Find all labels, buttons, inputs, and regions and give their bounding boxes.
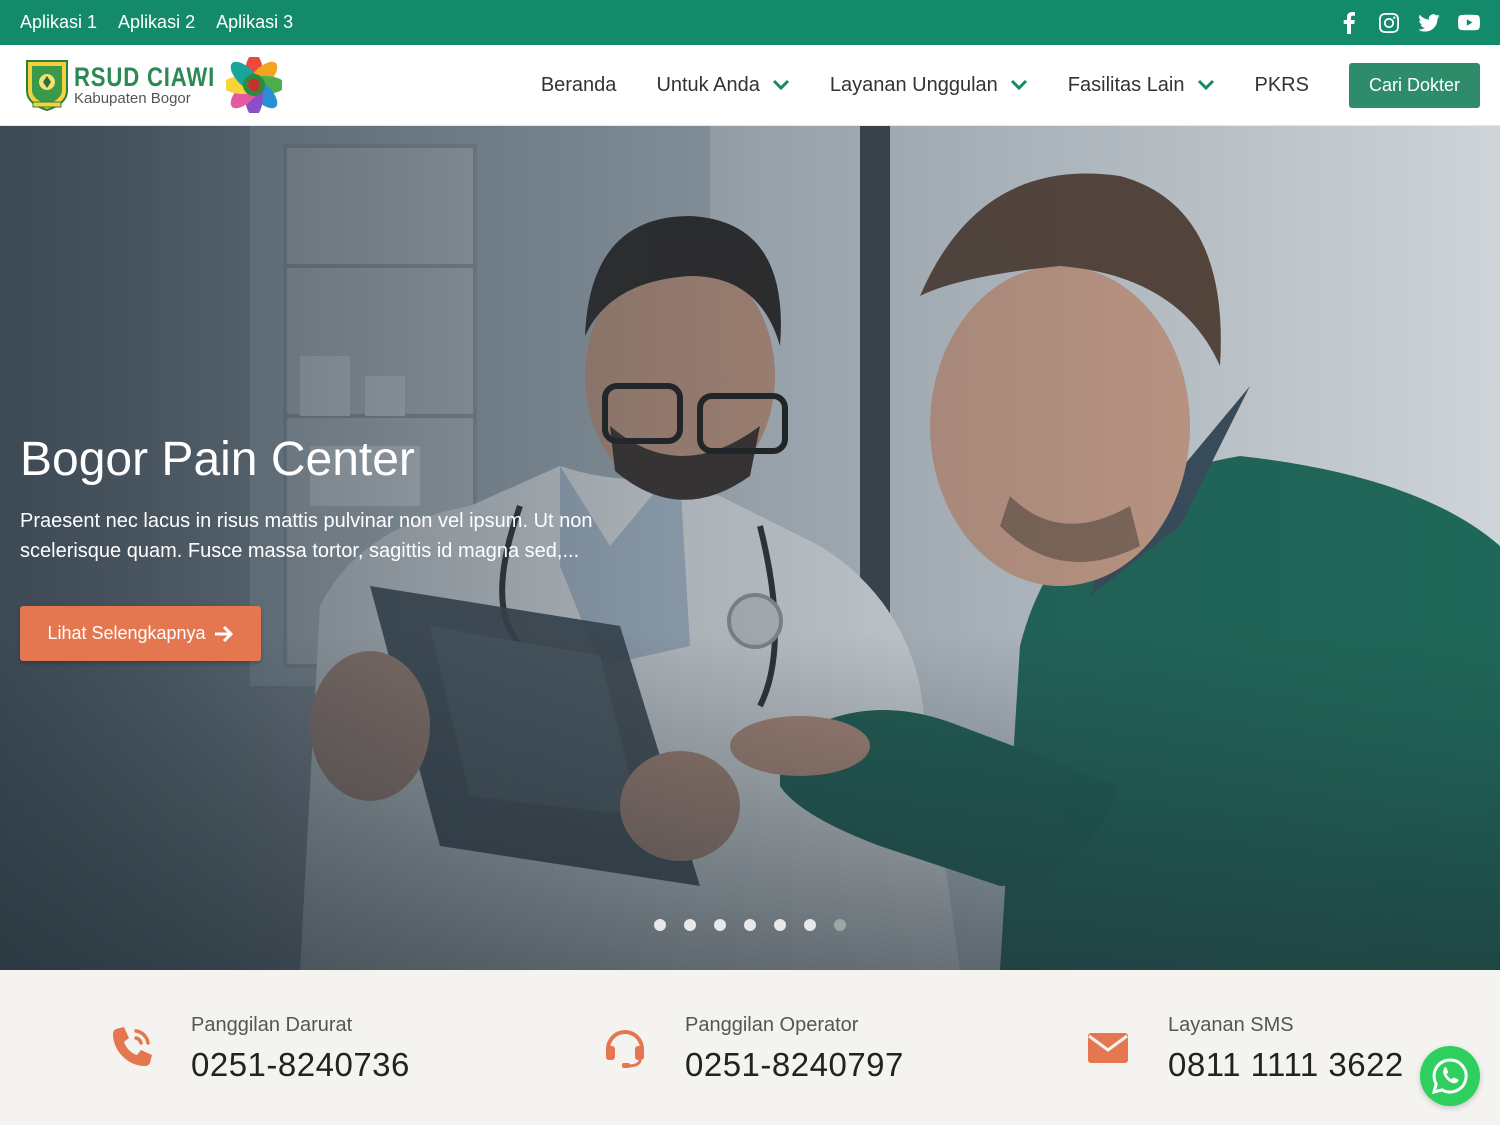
chevron-down-icon (1010, 79, 1027, 91)
nav-pkrs[interactable]: PKRS (1255, 74, 1309, 97)
contact-strip: Panggilan Darurat 0251-8240736 Panggilan… (0, 970, 1500, 1125)
find-doctor-button[interactable]: Cari Dokter (1348, 62, 1480, 108)
slide-indicators (654, 919, 846, 931)
nav-label: Beranda (540, 73, 617, 96)
youtube-icon[interactable] (1458, 12, 1480, 34)
see-more-button[interactable]: Lihat Selengkapnya (20, 606, 261, 661)
nav-label: PKRS (1254, 73, 1309, 96)
nav-untuk-anda[interactable]: Untuk Anda (656, 74, 789, 97)
top-bar: Aplikasi 1 Aplikasi 2 Aplikasi 3 (0, 0, 1500, 45)
nav-layanan-unggulan[interactable]: Layanan Unggulan (830, 74, 1028, 97)
instagram-icon[interactable] (1378, 12, 1400, 34)
contact-label: Panggilan Darurat (191, 1014, 353, 1036)
nav-beranda[interactable]: Beranda (541, 74, 617, 97)
twitter-icon[interactable] (1418, 12, 1440, 34)
main-nav: Beranda Untuk Anda Layanan Unggulan Fasi… (501, 62, 1480, 108)
contact-label: Layanan SMS (1168, 1014, 1294, 1036)
nav-fasilitas-lain[interactable]: Fasilitas Lain (1068, 74, 1215, 97)
contact-label: Panggilan Operator (685, 1014, 859, 1036)
chevron-down-icon (772, 79, 789, 91)
site-logo[interactable]: RSUD CIAWI Kabupaten Bogor (24, 55, 294, 115)
app-link-2[interactable]: Aplikasi 2 (118, 12, 195, 33)
logo-title: RSUD CIAWI (74, 62, 216, 92)
slide-dot-2[interactable] (684, 919, 696, 931)
slide-dot-1[interactable] (654, 919, 666, 931)
headset-icon (606, 1030, 644, 1068)
contact-value[interactable]: 0251-8240736 (191, 1046, 410, 1084)
logo-text: RSUD CIAWI Kabupaten Bogor (74, 62, 246, 107)
chevron-down-icon (1197, 79, 1214, 91)
arrow-right-icon (214, 625, 233, 642)
bogor-emblem-icon (26, 60, 68, 112)
hero-title: Bogor Pain Center (20, 433, 415, 486)
nav-label: Untuk Anda (656, 73, 760, 96)
nav-label: Fasilitas Lain (1067, 73, 1185, 96)
nav-label: Layanan Unggulan (829, 73, 998, 96)
slide-dot-5[interactable] (774, 919, 786, 931)
social-links (1338, 11, 1480, 34)
phone-volume-icon (113, 1027, 152, 1066)
slide-dot-7[interactable] (834, 919, 846, 931)
slide-dot-4[interactable] (744, 919, 756, 931)
app-link-1[interactable]: Aplikasi 1 (20, 12, 97, 33)
facebook-icon[interactable] (1338, 11, 1360, 34)
app-link-3[interactable]: Aplikasi 3 (216, 12, 293, 33)
whatsapp-icon (1431, 1058, 1468, 1095)
slide-dot-3[interactable] (714, 919, 726, 931)
main-header: RSUD CIAWI Kabupaten Bogor Beranda Untuk (0, 45, 1500, 126)
see-more-label: Lihat Selengkapnya (47, 623, 206, 643)
app-links: Aplikasi 1 Aplikasi 2 Aplikasi 3 (20, 12, 293, 33)
contact-value[interactable]: 0811 1111 3622 (1168, 1046, 1404, 1084)
hero-slider: Bogor Pain Center Praesent nec lacus in … (0, 126, 1500, 970)
slide-dot-6[interactable] (804, 919, 816, 931)
contact-value[interactable]: 0251-8240797 (685, 1046, 904, 1084)
envelope-icon (1088, 1033, 1128, 1063)
flower-emblem-icon (226, 57, 282, 113)
logo-subtitle: Kabupaten Bogor (74, 90, 191, 107)
hero-description: Praesent nec lacus in risus mattis pulvi… (20, 510, 593, 562)
whatsapp-button[interactable] (1420, 1046, 1480, 1106)
